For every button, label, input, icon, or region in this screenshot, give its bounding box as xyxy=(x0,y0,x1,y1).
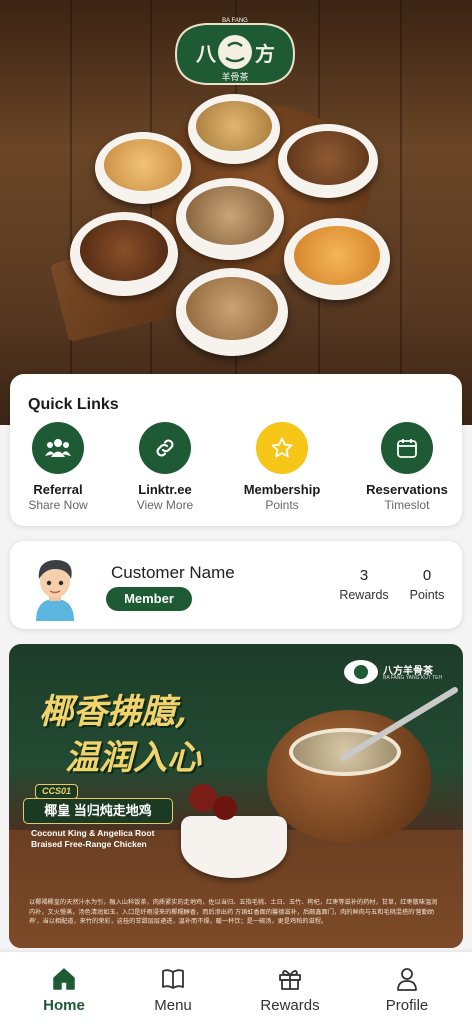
spoon-image xyxy=(340,687,458,761)
rewards-count: 3 xyxy=(359,567,369,584)
quick-link-referral[interactable]: Referral Share Now xyxy=(3,422,113,512)
nav-menu[interactable]: Menu xyxy=(128,966,218,1014)
avatar xyxy=(36,560,74,621)
quick-link-membership[interactable]: Membership Points xyxy=(227,422,337,512)
promo-headline-1: 椰香拂臆, xyxy=(39,692,187,732)
gift-icon xyxy=(245,966,335,992)
svg-text:BA FANG: BA FANG xyxy=(222,18,248,24)
svg-text:八: 八 xyxy=(196,42,217,66)
points-count: 0 xyxy=(422,567,432,584)
nav-label: Rewards xyxy=(260,997,320,1014)
quick-link-sub: Share Now xyxy=(28,498,88,512)
nav-profile[interactable]: Profile xyxy=(362,966,452,1014)
promo-headline-2: 温润入心 xyxy=(65,738,201,778)
red-date-image xyxy=(213,796,237,820)
customer-card[interactable]: Customer Name Member 3 Rewards 0 Points xyxy=(10,541,462,629)
quick-link-label: Linktr.ee xyxy=(138,482,192,497)
quick-link-sub: View More xyxy=(136,498,194,512)
svg-text:方: 方 xyxy=(255,42,275,66)
calendar-icon xyxy=(381,422,433,474)
bowl-image xyxy=(95,132,191,204)
membership-tier-badge: Member xyxy=(106,587,192,611)
quick-link-label: Referral xyxy=(33,482,83,497)
bowl-image xyxy=(188,94,280,164)
nav-label: Profile xyxy=(385,997,429,1014)
rewards-label: Rewards xyxy=(339,588,389,602)
bowl-image xyxy=(278,124,378,198)
promo-brand-sub: BA FANG YANG KUT TEH xyxy=(383,675,443,681)
svg-text:羊骨茶: 羊骨茶 xyxy=(221,71,248,83)
quick-link-linktree[interactable]: Linktr.ee View More xyxy=(110,422,220,512)
nav-label: Menu xyxy=(154,997,192,1014)
bottom-nav: Home Menu Rewards Profile xyxy=(0,952,472,1024)
dish-name-en-1: Coconut King & Angelica Root xyxy=(31,828,155,838)
nav-rewards[interactable]: Rewards xyxy=(245,966,335,1014)
nav-home[interactable]: Home xyxy=(19,966,109,1014)
bowl-image xyxy=(70,212,178,296)
bowl-image xyxy=(176,178,284,260)
bowl-image xyxy=(284,218,390,300)
star-icon xyxy=(256,422,308,474)
quick-link-label: Membership xyxy=(243,482,321,497)
person-icon xyxy=(362,966,452,992)
rewards-stat[interactable]: 3 Rewards xyxy=(336,567,392,602)
quick-link-label: Reservations xyxy=(366,482,448,497)
brand-logo: BA FANG 八 方 羊骨茶 xyxy=(174,18,296,85)
promo-brand-logo: 八方羊骨茶 BA FANG YANG KUT TEH xyxy=(343,658,449,686)
promo-description: 以椰褐椰皇的天然汁水为引，融入山科饭茶，肉质紧实的走地鸡，佐以当归、五指毛桃、土… xyxy=(29,899,438,925)
quick-link-sub: Points xyxy=(265,498,299,512)
chicken-bowl-image xyxy=(181,816,287,878)
quick-links-title: Quick Links xyxy=(28,396,119,413)
dish-name-en-2: Braised Free-Range Chicken xyxy=(31,839,147,849)
nav-label: Home xyxy=(43,997,85,1014)
hero-banner: BA FANG 八 方 羊骨茶 xyxy=(0,0,472,425)
quick-link-sub: Timeslot xyxy=(384,498,430,512)
dish-code: CCS01 xyxy=(35,784,79,799)
people-icon xyxy=(32,422,84,474)
quick-link-reservations[interactable]: Reservations Timeslot xyxy=(352,422,462,512)
quick-links-card: Quick Links Referral Share Now Linktr.ee… xyxy=(10,374,462,526)
bowl-image xyxy=(176,268,288,356)
link-icon xyxy=(139,422,191,474)
dish-name-cn: 椰皇 当归炖走地鸡 xyxy=(23,798,173,824)
customer-name: Customer Name xyxy=(111,563,235,582)
points-label: Points xyxy=(409,588,445,602)
points-stat[interactable]: 0 Points xyxy=(404,567,450,602)
promo-banner[interactable]: 八方羊骨茶 BA FANG YANG KUT TEH 椰香拂臆, 温润入心 CC… xyxy=(9,644,463,948)
home-icon xyxy=(19,966,109,992)
book-icon xyxy=(128,966,218,992)
